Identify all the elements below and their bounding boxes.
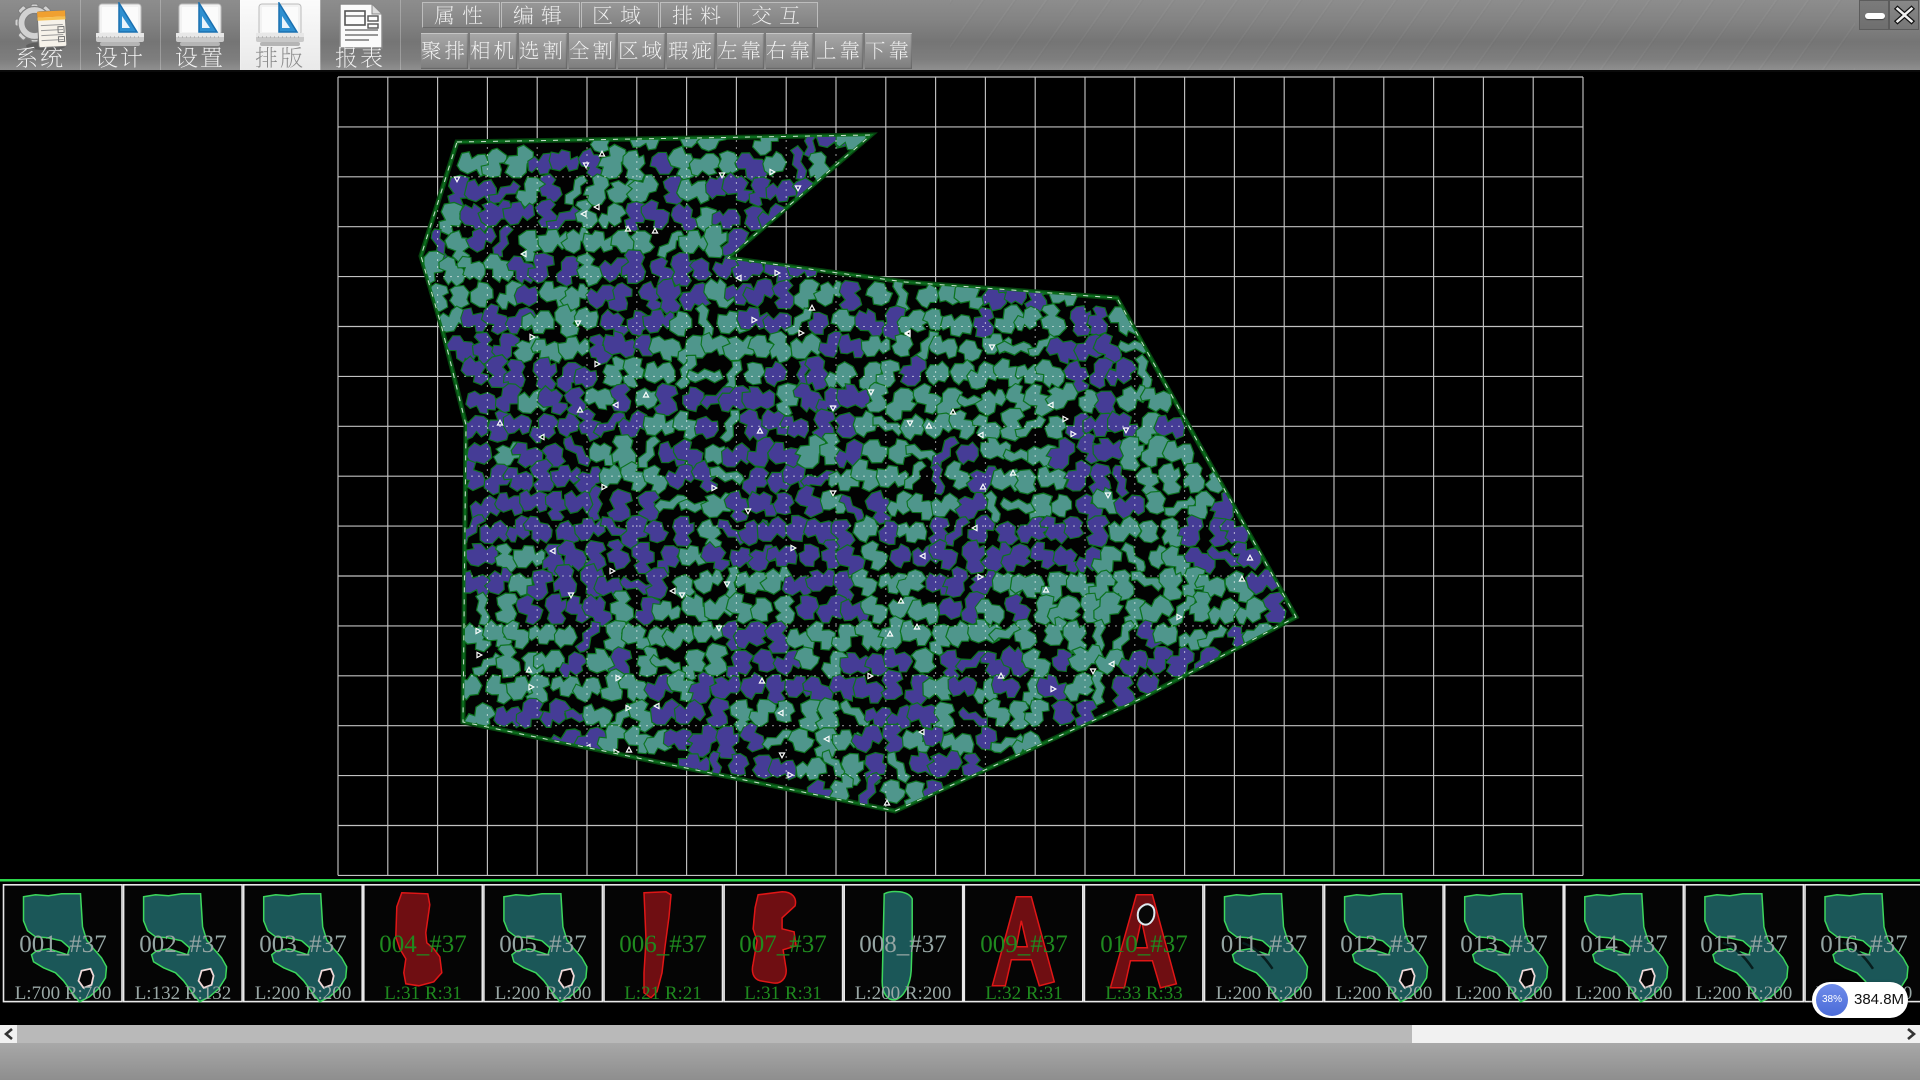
svg-text:005_#37: 005_#37 xyxy=(499,931,587,958)
svg-text:L:132 R:132: L:132 R:132 xyxy=(135,983,232,1004)
svg-text:009_#37: 009_#37 xyxy=(980,931,1068,958)
svg-text:L:700 R:700: L:700 R:700 xyxy=(15,983,112,1004)
svg-text:015_#37: 015_#37 xyxy=(1700,931,1788,958)
svg-text:L:200 R:200: L:200 R:200 xyxy=(855,983,952,1004)
svg-text:L:200 R:200: L:200 R:200 xyxy=(1696,983,1793,1004)
svg-text:014_#37: 014_#37 xyxy=(1580,931,1668,958)
svg-text:008_#37: 008_#37 xyxy=(859,931,947,958)
svg-text:006_#37: 006_#37 xyxy=(619,931,707,958)
svg-text:L:31 R:31: L:31 R:31 xyxy=(744,983,822,1004)
svg-text:L:200 R:200: L:200 R:200 xyxy=(1216,983,1313,1004)
svg-text:012_#37: 012_#37 xyxy=(1340,931,1428,958)
svg-text:L:200 R:200: L:200 R:200 xyxy=(1576,983,1673,1004)
svg-text:010_#37: 010_#37 xyxy=(1100,931,1188,958)
svg-text:004_#37: 004_#37 xyxy=(379,931,467,958)
svg-text:L:33 R:33: L:33 R:33 xyxy=(1105,983,1183,1004)
svg-text:L:200 R:200: L:200 R:200 xyxy=(495,983,592,1004)
svg-text:L:32 R:31: L:32 R:31 xyxy=(985,983,1063,1004)
svg-text:001_#37: 001_#37 xyxy=(19,931,107,958)
svg-text:L:31 R:31: L:31 R:31 xyxy=(384,983,462,1004)
svg-text:013_#37: 013_#37 xyxy=(1460,931,1548,958)
svg-text:L:21 R:21: L:21 R:21 xyxy=(624,983,702,1004)
svg-text:011_#37: 011_#37 xyxy=(1221,931,1308,958)
svg-text:007_#37: 007_#37 xyxy=(739,931,827,958)
svg-text:L:200 R:200: L:200 R:200 xyxy=(1336,983,1433,1004)
svg-text:003_#37: 003_#37 xyxy=(259,931,347,958)
svg-text:L:200 R:200: L:200 R:200 xyxy=(255,983,352,1004)
svg-text:L:200 R:200: L:200 R:200 xyxy=(1456,983,1553,1004)
svg-text:016_#37: 016_#37 xyxy=(1820,931,1908,958)
svg-text:002_#37: 002_#37 xyxy=(139,931,227,958)
